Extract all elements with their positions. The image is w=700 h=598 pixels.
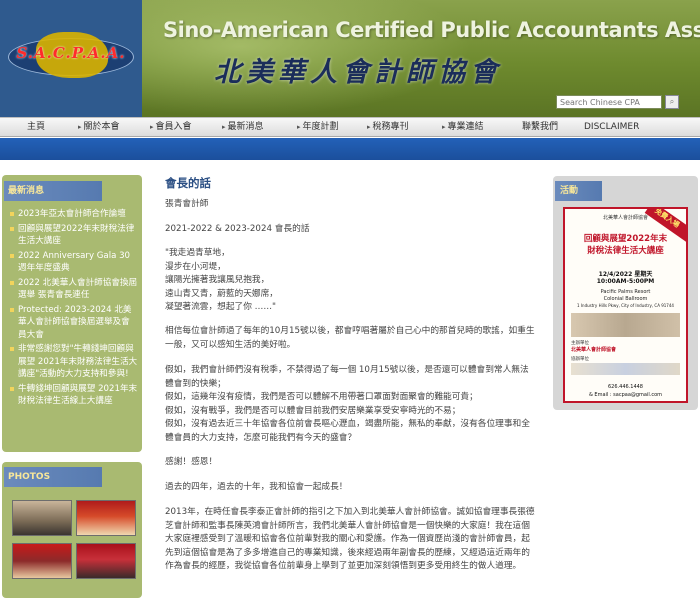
flyer-phone: 626.446.1448	[608, 384, 643, 390]
nav-item-about[interactable]: ▸ 關於本會	[78, 118, 120, 136]
news-link[interactable]: 回顧與展望2022年末財稅法律生活大講座	[8, 223, 138, 248]
nav-label: 會員入會	[155, 122, 192, 132]
page-title: 會長的話	[165, 176, 211, 190]
main-nav: 主頁 ▸ 關於本會 ▸ 會員入會 ▸ 最新消息 ▸ 年度計劃 ▸ 稅務專刊 ▸ 專業連結 聯…	[0, 117, 700, 137]
paragraph: 假如，我們會計師們沒有稅季，不禁得過了每一個 10月15號以後，是否還可以體會到…	[165, 364, 535, 446]
poem: "我走過青草地， 漫步在小河堤， 讓陽光擁著我讓風兒抱我， 遠山青又青，蔚藍的天…	[165, 247, 535, 315]
search-icon[interactable]: ⌕	[665, 95, 679, 109]
nav-item-home[interactable]: 主頁	[27, 118, 45, 136]
news-link[interactable]: 2022 北美華人會計師協會換屆選舉 張青會長連任	[8, 277, 138, 302]
nav-item-membership[interactable]: ▸ 會員入會	[150, 118, 192, 136]
flyer-address: 1 Industry Hills Pkwy, City of Industry,…	[577, 303, 674, 308]
paragraph-line: 假如，我們會計師們沒有稅季，不禁得過了每一個 10月15號以後，是否還可以體會到…	[165, 365, 529, 389]
nav-label: DISCLAIMER	[584, 122, 640, 132]
paragraph: 感謝！感恩！	[165, 457, 218, 467]
paragraph-line: 假如，沒有過去近三十年協會各位前會長嘔心瀝血，竭盡所能，無私的奉獻，沒有各位理事…	[165, 419, 530, 443]
flyer-venue: Colonial Ballroom	[603, 296, 648, 302]
nav-item-disclaimer[interactable]: DISCLAIMER	[584, 118, 639, 136]
flyer-photo	[571, 313, 680, 337]
poem-line: 遠山青又青，蔚藍的天娜席，	[165, 288, 278, 299]
photos-heading: PHOTOS	[4, 467, 102, 487]
nav-label: 主頁	[27, 122, 46, 132]
chevron-right-icon: ▸	[78, 123, 82, 131]
site-banner: S.A.C.P.A.A. Sino-American Certified Pub…	[0, 0, 700, 117]
chevron-right-icon: ▸	[222, 123, 226, 131]
site-title-zh: 北美華人會計師協會	[214, 57, 502, 88]
poem-line: 讓陽光擁著我讓風兒抱我，	[165, 275, 270, 286]
news-link[interactable]: Protected: 2023-2024 北美華人會計師協會換屆選舉及會員大會	[8, 304, 138, 342]
news-link[interactable]: 2023年亞太會計師合作論壇	[8, 208, 138, 221]
news-heading: 最新消息	[4, 181, 102, 201]
news-link[interactable]: 非常感謝您對"牛轉錢坤回顧與展望 2021年末財務法律生活大講座"活動的大力支持…	[8, 343, 138, 381]
flyer-date: 12/4/2022 星期天	[598, 271, 653, 278]
paragraph: 過去的四年，過去的十年，我和協會一起成長！	[165, 482, 348, 492]
nav-item-tax-journal[interactable]: ▸ 稅務專刊	[367, 118, 409, 136]
chevron-right-icon: ▸	[442, 123, 446, 131]
paragraph: 相信每位會計師過了每年的10月15號以後，都會哼唱著屬於自己心中的那首兒時的歌謠…	[165, 326, 535, 350]
logo-text: S.A.C.P.A.A.	[16, 44, 126, 62]
logo[interactable]: S.A.C.P.A.A.	[0, 0, 142, 117]
flyer-host: 北美華人會計師協會	[571, 347, 617, 353]
nav-item-annual-plan[interactable]: ▸ 年度計劃	[297, 118, 339, 136]
nav-label: 聯繫我們	[522, 122, 559, 132]
flyer-email: & Email : sacpaa@gmail.com	[588, 392, 663, 398]
nav-label: 稅務專刊	[372, 122, 409, 132]
nav-item-news[interactable]: ▸ 最新消息	[222, 118, 264, 136]
flyer-venue: Pacific Palms Resort	[600, 289, 651, 295]
photo-thumbnail[interactable]	[12, 543, 72, 579]
poem-line: 漫步在小河堤，	[165, 261, 226, 272]
nav-item-links[interactable]: ▸ 專業連結	[442, 118, 484, 136]
nav-label: 關於本會	[83, 122, 120, 132]
author-name: 張青會計師	[165, 199, 209, 209]
news-link[interactable]: 2022 Anniversary Gala 30 週年年度盛典	[8, 250, 138, 275]
paragraph-line: 假如，沒有戰爭，我們是否可以體會目前我們安居樂業享受安寧時光的不易；	[165, 405, 461, 416]
flyer-sponsor-logos	[571, 363, 680, 375]
flyer-time: 10:00AM-5:00PM	[596, 278, 655, 285]
photo-thumbnail[interactable]	[76, 543, 136, 579]
news-link[interactable]: 牛轉錢坤回顧與展望 2021年末財稅法律生活線上大講座	[8, 383, 138, 408]
nav-label: 專業連結	[447, 122, 484, 132]
site-title-en: Sino-American Certified Public Accountan…	[163, 18, 700, 42]
paragraph: 2013年，在時任會長李泰正會計師的指引之下加入到北美華人會計師協會。誠如協會理…	[165, 507, 535, 572]
photo-thumbnail[interactable]	[12, 500, 72, 536]
paragraph-line: 假如，這幾年沒有疫情，我們是否可以體解不用帶著口罩面對面聚會的難能可貴；	[165, 392, 478, 403]
search-input[interactable]	[556, 95, 662, 109]
nav-label: 年度計劃	[302, 122, 339, 132]
nav-subbar	[0, 138, 700, 160]
poem-line: 凝望著流雲，想起了你 ……"	[165, 302, 277, 313]
chevron-right-icon: ▸	[367, 123, 371, 131]
flyer-headline: 回顧與展望2022年末	[583, 234, 668, 244]
term-heading: 2021-2022 & 2023-2024 會長的話	[165, 224, 310, 234]
flyer-headline: 財稅法律生活大講座	[587, 246, 664, 256]
flyer-cohost-label: 協辦單位	[571, 357, 589, 362]
photo-thumbnail[interactable]	[76, 500, 136, 536]
chevron-right-icon: ▸	[150, 123, 154, 131]
poem-line: "我走過青草地，	[165, 248, 230, 258]
nav-item-contact[interactable]: 聯繫我們	[522, 118, 558, 136]
chevron-right-icon: ▸	[297, 123, 301, 131]
nav-label: 最新消息	[227, 122, 264, 132]
event-flyer[interactable]: 北美華人會計師協會 免費入場 回顧與展望2022年末 財稅法律生活大講座 12/…	[563, 207, 688, 403]
news-list: 2023年亞太會計師合作論壇 回顧與展望2022年末財稅法律生活大講座 2022…	[8, 208, 138, 410]
events-heading: 活動	[555, 181, 602, 201]
